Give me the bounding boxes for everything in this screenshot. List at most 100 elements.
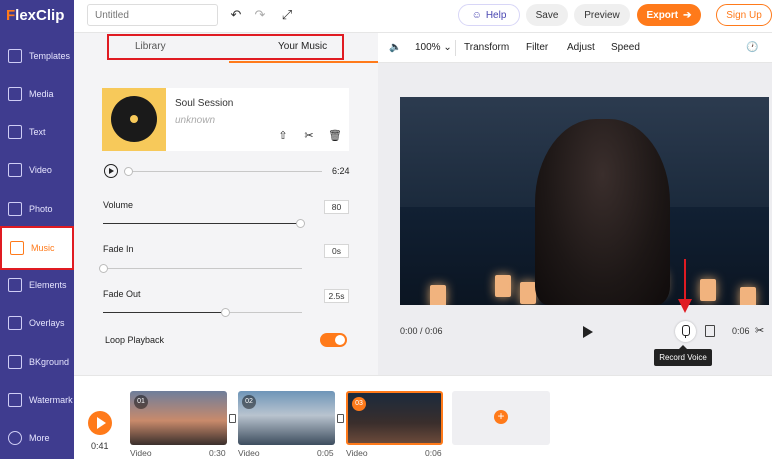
save-button[interactable]: Save xyxy=(526,4,568,26)
flexclip-logo[interactable]: FlexClip xyxy=(6,7,64,24)
music-panel: Soul Session unknown ⇧ ✂ 🗑 6:24 Volume 8… xyxy=(74,63,378,375)
zoom-value: 100% xyxy=(415,42,441,53)
volume-handle[interactable] xyxy=(296,219,305,228)
fade-out-label: Fade Out xyxy=(103,289,141,299)
loop-playback-toggle[interactable] xyxy=(320,333,347,347)
sidebar-item-templates[interactable]: Templates xyxy=(0,39,74,73)
preview-stage: 0:00 / 0:06 0:06 ✂ Record Voice xyxy=(378,63,772,375)
music-icon xyxy=(10,241,24,255)
clip-number: 01 xyxy=(134,395,148,409)
microphone-icon[interactable] xyxy=(675,321,696,342)
timeline-clip-3[interactable]: 03 xyxy=(346,391,443,445)
export-label: Export xyxy=(646,9,679,21)
fade-in-value[interactable]: 0s xyxy=(324,244,349,258)
track-cover xyxy=(102,88,166,151)
clock-icon[interactable]: 🕐 xyxy=(746,42,758,53)
transform-button[interactable]: Transform xyxy=(464,42,509,53)
filter-button[interactable]: Filter xyxy=(526,42,548,53)
sidebar-item-label: BKground xyxy=(29,357,70,367)
track-play-button[interactable] xyxy=(104,164,118,178)
clip-duration: 0:05 xyxy=(317,448,334,458)
video-preview[interactable] xyxy=(400,97,769,305)
sidebar-item-bkground[interactable]: BKground xyxy=(0,345,74,379)
add-clip-button[interactable]: + xyxy=(452,391,550,445)
track-progress[interactable] xyxy=(124,167,322,176)
fade-out-handle[interactable] xyxy=(221,308,230,317)
candle-image xyxy=(740,287,756,305)
loop-playback-label: Loop Playback xyxy=(105,335,165,345)
overlays-icon xyxy=(8,316,22,330)
photo-icon xyxy=(8,202,22,216)
volume-label: Volume xyxy=(103,200,134,210)
clip-type: Video xyxy=(238,448,260,458)
top-bar: ↶ ↷ ⤢ ☺ Help Save Preview Export ➔ Sign … xyxy=(74,0,772,33)
volume-fill xyxy=(103,223,301,224)
annotation-arrow-head xyxy=(678,299,692,313)
trash-icon[interactable]: 🗑 xyxy=(328,130,342,142)
sidebar-item-label: Photo xyxy=(29,204,53,214)
sidebar-item-photo[interactable]: Photo xyxy=(0,192,74,226)
timeline-play-button[interactable] xyxy=(88,411,112,435)
fade-out-value[interactable]: 2.5s xyxy=(324,289,349,303)
sidebar-item-video[interactable]: Video xyxy=(0,153,74,187)
scissors-icon[interactable]: ✂ xyxy=(755,324,764,337)
zoom-select[interactable]: 100% ⌄ xyxy=(415,42,452,53)
sidebar-item-text[interactable]: Text xyxy=(0,115,74,149)
track-card[interactable]: Soul Session unknown ⇧ ✂ 🗑 xyxy=(102,88,349,151)
timeline-clip-2[interactable]: 02 xyxy=(238,391,335,445)
sidebar-item-label: Text xyxy=(29,127,46,137)
transition-icon[interactable] xyxy=(337,414,344,423)
help-button[interactable]: ☺ Help xyxy=(458,4,520,26)
watermark-icon xyxy=(8,393,22,407)
mute-icon[interactable]: 🔈 xyxy=(389,42,401,53)
music-tabs: Library Your Music xyxy=(74,33,379,63)
timeline-clip-1[interactable]: 01 xyxy=(130,391,227,445)
play-button[interactable] xyxy=(583,326,593,338)
sidebar-item-watermark[interactable]: Watermark xyxy=(0,383,74,417)
track-name: Soul Session xyxy=(175,98,234,109)
fullscreen-icon[interactable]: ⤢ xyxy=(280,8,294,22)
text-icon xyxy=(8,125,22,139)
sidebar-item-elements[interactable]: Elements xyxy=(0,268,74,302)
more-icon xyxy=(8,431,22,445)
candle-image xyxy=(430,285,446,305)
sidebar-item-label: Overlays xyxy=(29,318,65,328)
undo-icon[interactable]: ↶ xyxy=(229,8,243,22)
sidebar: FlexClip Templates Media Text Video Phot… xyxy=(0,0,74,459)
save-label: Save xyxy=(535,9,559,21)
candle-image xyxy=(700,279,716,301)
project-title-input[interactable] xyxy=(87,4,218,26)
upload-icon[interactable]: ⇧ xyxy=(277,130,289,142)
export-button[interactable]: Export ➔ xyxy=(637,4,701,26)
fade-in-handle[interactable] xyxy=(99,264,108,273)
clip-number: 02 xyxy=(242,395,256,409)
fade-out-slider[interactable] xyxy=(103,308,302,317)
preview-button[interactable]: Preview xyxy=(574,4,630,26)
speed-button[interactable]: Speed xyxy=(611,42,640,53)
couple-image xyxy=(535,119,670,305)
adjust-button[interactable]: Adjust xyxy=(567,42,595,53)
volume-value[interactable]: 80 xyxy=(324,200,349,214)
editor-toolbar: 🔈 100% ⌄ Transform Filter Adjust Speed 🕐 xyxy=(378,33,772,63)
help-icon: ☺ xyxy=(471,9,482,21)
tab-your-music[interactable]: Your Music xyxy=(278,41,327,52)
candle-image xyxy=(495,275,511,297)
tab-library[interactable]: Library xyxy=(135,41,166,52)
volume-slider[interactable] xyxy=(103,219,305,228)
scissors-icon[interactable]: ✂ xyxy=(303,130,315,142)
track-progress-handle[interactable] xyxy=(124,167,133,176)
fade-in-slider[interactable] xyxy=(99,264,302,273)
sidebar-item-music[interactable]: Music xyxy=(0,226,74,270)
transition-icon[interactable] xyxy=(229,414,236,423)
vinyl-icon xyxy=(111,96,157,142)
sidebar-item-media[interactable]: Media xyxy=(0,77,74,111)
sidebar-item-overlays[interactable]: Overlays xyxy=(0,306,74,340)
redo-icon[interactable]: ↷ xyxy=(253,8,267,22)
sidebar-item-more[interactable]: More xyxy=(0,421,74,455)
fade-in-label: Fade In xyxy=(103,244,134,254)
player-time: 0:00 / 0:06 xyxy=(400,326,443,336)
clip-type: Video xyxy=(130,448,152,458)
signup-button[interactable]: Sign Up xyxy=(716,4,772,26)
preview-label: Preview xyxy=(584,9,620,21)
split-icon[interactable] xyxy=(705,325,715,337)
